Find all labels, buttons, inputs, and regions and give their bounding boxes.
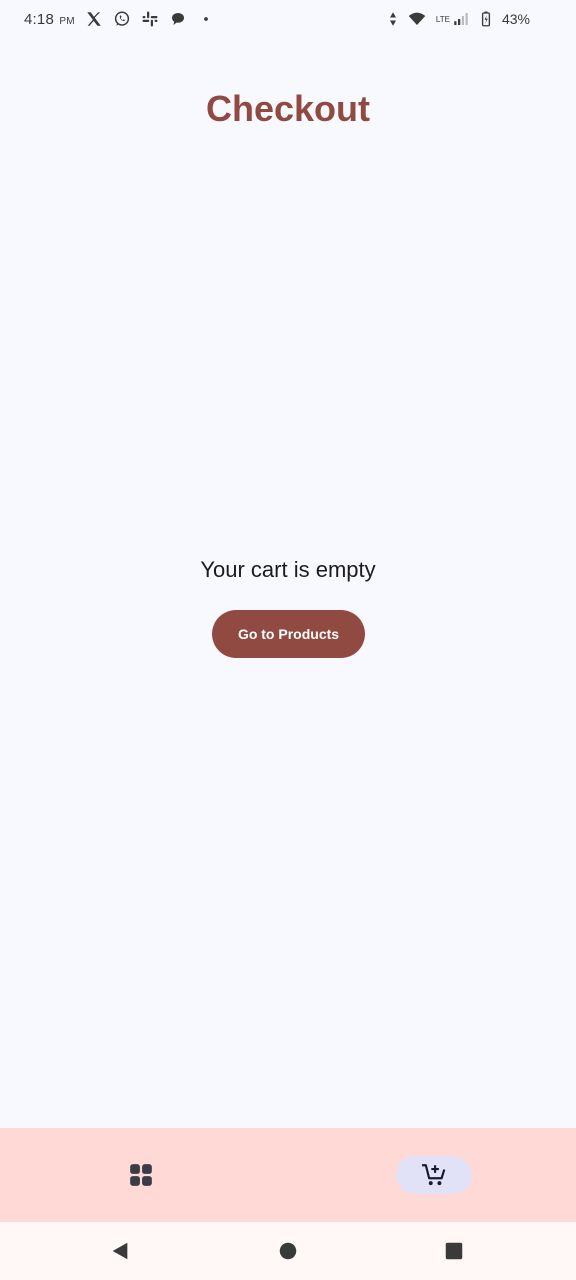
back-icon xyxy=(109,1240,131,1262)
dot-icon xyxy=(197,10,215,28)
status-bar: 4:18 PM LTE 43% xyxy=(0,0,576,38)
whatsapp-icon xyxy=(113,10,131,28)
go-to-products-button[interactable]: Go to Products xyxy=(212,610,365,658)
battery-percentage: 43% xyxy=(501,11,530,27)
clock-time: 4:18 xyxy=(24,10,54,28)
bottom-navigation xyxy=(0,1128,576,1222)
wifi-icon xyxy=(408,10,426,28)
add-shopping-cart-icon xyxy=(421,1162,447,1188)
network-type: LTE xyxy=(435,14,450,24)
status-right: LTE 43% xyxy=(388,10,530,28)
clock: 4:18 PM xyxy=(24,11,75,28)
page-title: Checkout xyxy=(205,88,371,129)
nav-item-cart[interactable] xyxy=(396,1156,472,1194)
data-arrows-icon xyxy=(388,10,398,28)
back-button[interactable] xyxy=(108,1239,132,1263)
nav-item-products[interactable] xyxy=(103,1156,179,1194)
signal-icon xyxy=(452,10,470,28)
empty-cart-message: Your cart is empty xyxy=(200,557,376,582)
slack-icon xyxy=(141,10,159,28)
grid-icon xyxy=(128,1162,154,1188)
status-left: 4:18 PM xyxy=(24,10,215,28)
system-navigation-bar xyxy=(0,1222,576,1280)
clock-ampm: PM xyxy=(59,15,75,27)
recents-icon xyxy=(443,1240,465,1262)
x-icon xyxy=(85,10,103,28)
checkout-screen: 4:18 PM LTE 43% Checkout Your cart is em… xyxy=(0,0,576,1280)
recents-button[interactable] xyxy=(442,1239,466,1263)
battery-icon xyxy=(480,10,492,28)
chat-bubble-icon xyxy=(169,10,187,28)
home-icon xyxy=(277,1240,299,1262)
home-button[interactable] xyxy=(276,1239,300,1263)
